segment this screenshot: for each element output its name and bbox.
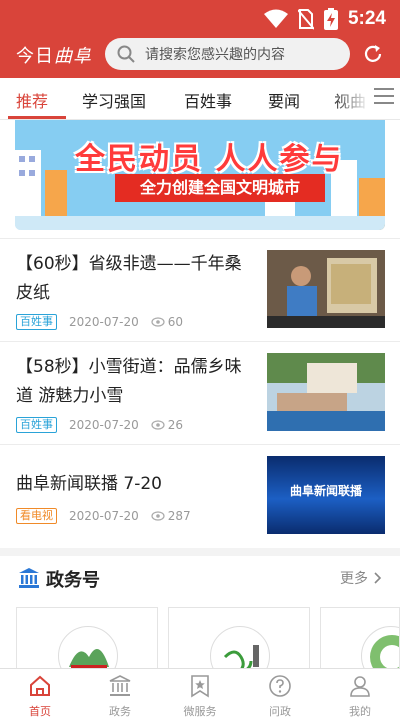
wifi-icon	[263, 9, 288, 28]
eye-icon	[151, 317, 165, 327]
news-view-count: 287	[167, 509, 191, 523]
gov-account-card[interactable]	[16, 607, 158, 677]
government-building-icon	[19, 568, 39, 588]
search-icon	[117, 45, 135, 63]
tab-study[interactable]: 学习强国	[82, 88, 146, 112]
nav-micro-service[interactable]: 微服务	[160, 669, 240, 720]
app-bar: 今日曲阜 请搜索您感兴趣的内容	[0, 38, 400, 78]
tab-headlines[interactable]: 要闻	[268, 88, 300, 112]
news-views: 60	[151, 315, 183, 329]
news-thumbnail	[267, 250, 385, 328]
nav-profile[interactable]: 我的	[320, 669, 400, 720]
user-icon	[350, 676, 370, 697]
app-logo: 今日曲阜	[16, 42, 92, 68]
tab-active-indicator	[8, 116, 66, 119]
divider	[0, 444, 400, 445]
news-title: 曲阜新闻联播 7-20	[16, 474, 162, 494]
logo-script-text: 曲阜	[54, 46, 92, 67]
banner-title: 全民动员 人人参与	[75, 142, 344, 177]
government-building-icon	[109, 675, 131, 696]
news-thumbnail	[267, 353, 385, 431]
news-thumbnail: 曲阜新闻联播	[267, 456, 385, 534]
nav-label: 政务	[109, 705, 131, 718]
status-time: 5:24	[347, 8, 386, 29]
category-tabs: 推荐 学习强国 百姓事 要闻 视曲	[0, 78, 400, 120]
tab-menu-icon[interactable]	[374, 88, 394, 108]
banner-subtitle: 全力创建全国文明城市	[115, 174, 325, 202]
nav-inquiry[interactable]: 问政	[240, 669, 320, 720]
news-item[interactable]: 【60秒】省级非遗——千年桑皮纸 百姓事 2020-07-20 60	[0, 240, 400, 340]
nav-label: 问政	[269, 705, 291, 718]
news-tag: 百姓事	[16, 417, 57, 433]
tab-people[interactable]: 百姓事	[184, 88, 232, 112]
gov-account-card[interactable]	[320, 607, 400, 677]
news-date: 2020-07-20	[69, 509, 139, 523]
nav-label: 我的	[349, 705, 371, 718]
nav-label: 微服务	[183, 705, 217, 718]
divider	[0, 238, 400, 239]
news-meta: 百姓事 2020-07-20 60	[16, 314, 183, 330]
eye-icon	[151, 511, 165, 521]
news-tag: 百姓事	[16, 314, 57, 330]
bookmark-star-icon	[191, 675, 209, 698]
more-label: 更多	[340, 571, 368, 587]
thumbnail-caption: 曲阜新闻联播	[289, 484, 362, 498]
tab-recommend[interactable]: 推荐	[16, 88, 48, 112]
no-sim-icon	[297, 9, 314, 30]
search-placeholder: 请搜索您感兴趣的内容	[145, 47, 285, 63]
status-bar: 5:24	[0, 0, 400, 38]
search-bar[interactable]: 请搜索您感兴趣的内容	[105, 38, 350, 70]
news-views: 287	[151, 509, 191, 523]
more-link[interactable]: 更多	[340, 568, 382, 588]
tab-fade	[330, 78, 370, 119]
app-header: 5:24 今日曲阜 请搜索您感兴趣的内容	[0, 0, 400, 78]
bottom-navigation: 首页 政务 微服务 问政 我的	[0, 668, 400, 720]
nav-label: 首页	[29, 705, 51, 718]
nav-government[interactable]: 政务	[80, 669, 160, 720]
news-title: 【58秒】小雪街道：品儒乡味道 游魅力小雪	[16, 357, 242, 406]
news-item[interactable]: 曲阜新闻联播 7-20 看电视 2020-07-20 287 曲阜新闻联播	[0, 446, 400, 546]
news-title: 【60秒】省级非遗——千年桑皮纸	[16, 254, 242, 303]
gov-account-card[interactable]	[168, 607, 310, 677]
news-view-count: 26	[167, 418, 184, 432]
news-item[interactable]: 【58秒】小雪街道：品儒乡味道 游魅力小雪 百姓事 2020-07-20 26	[0, 343, 400, 443]
divider	[0, 341, 400, 342]
promo-banner[interactable]: 全民动员 人人参与 全力创建全国文明城市	[15, 120, 385, 230]
news-date: 2020-07-20	[69, 315, 139, 329]
gov-section-header: 政务号 更多	[0, 558, 400, 598]
news-meta: 百姓事 2020-07-20 26	[16, 417, 183, 433]
logo-text: 今日	[16, 46, 54, 67]
news-meta: 看电视 2020-07-20 287	[16, 508, 191, 524]
news-views: 26	[151, 418, 183, 432]
refresh-icon[interactable]	[362, 43, 384, 65]
news-tag: 看电视	[16, 508, 57, 524]
news-view-count: 60	[167, 315, 184, 329]
battery-charging-icon	[323, 8, 338, 30]
nav-home[interactable]: 首页	[0, 669, 80, 720]
home-icon	[30, 675, 50, 696]
section-divider	[0, 548, 400, 556]
question-icon	[269, 675, 291, 697]
section-title: 政务号	[46, 570, 100, 591]
news-date: 2020-07-20	[69, 418, 139, 432]
chevron-right-icon	[374, 572, 382, 584]
eye-icon	[151, 420, 165, 430]
